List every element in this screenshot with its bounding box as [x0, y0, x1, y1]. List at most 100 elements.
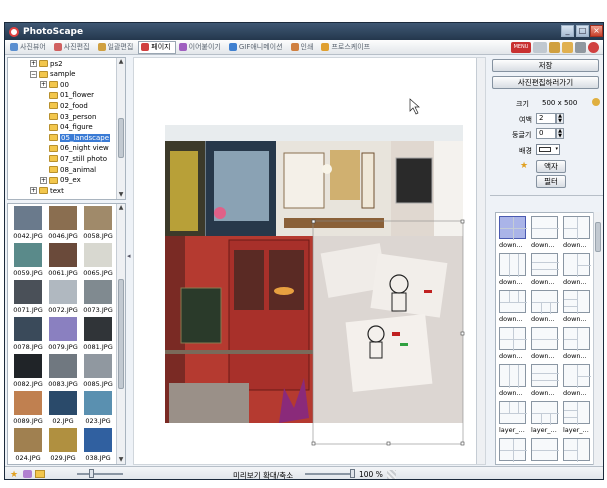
monitor-icon[interactable] [575, 42, 586, 53]
layout-template[interactable]: layer_... [563, 401, 592, 437]
folder-tree-scrollbar[interactable]: ▲ ▼ [116, 58, 125, 199]
layout-template[interactable]: down... [563, 327, 592, 363]
splitter-arrow-icon[interactable]: ◂ [127, 252, 132, 264]
minimize-button[interactable]: _ [561, 25, 574, 37]
canvas-scrollbar[interactable] [476, 58, 485, 464]
layout-template[interactable]: down... [531, 327, 560, 363]
folder-tree-item[interactable]: +06_night view [40, 144, 109, 153]
folder-icon[interactable] [549, 42, 560, 53]
tab-photo-viewer[interactable]: 사진뷰어 [7, 41, 51, 54]
menu-button[interactable]: MENU [511, 42, 531, 53]
layout-template[interactable]: down... [563, 364, 592, 400]
scroll-down-icon[interactable]: ▼ [117, 191, 125, 199]
tab-print[interactable]: 인쇄 [288, 41, 319, 54]
star-icon[interactable]: ★ [10, 470, 18, 479]
tab-batch-editor[interactable]: 일괄편집 [95, 41, 139, 54]
thumbnail-item[interactable]: 02.JPG [47, 391, 79, 427]
folder-tree-item[interactable]: +08_animal [40, 165, 96, 174]
layout-template[interactable]: down... [531, 290, 560, 326]
scroll-up-icon[interactable]: ▲ [117, 58, 125, 66]
tab-gif-animation[interactable]: GIF애니메이션 [226, 41, 288, 54]
thumbnail-item[interactable]: 029.JPG [47, 428, 79, 464]
tab-photo-editor[interactable]: 사진편집 [51, 41, 95, 54]
folder-tree-item[interactable]: +05_landscape [40, 133, 111, 142]
thumbnail-item[interactable]: 0065.JPG [82, 243, 114, 279]
go-to-editor-button[interactable]: 사진편집하러가기 [492, 76, 599, 89]
thumbnail-item[interactable]: 0061.JPG [47, 243, 79, 279]
background-color-picker[interactable]: ▾ [536, 144, 560, 155]
scrollbar-thumb[interactable] [118, 279, 124, 389]
expand-icon[interactable]: + [40, 81, 47, 89]
save-button[interactable]: 저장 [492, 59, 599, 72]
layout-template[interactable]: down... [499, 253, 528, 289]
thumbnail-item[interactable]: 0058.JPG [82, 206, 114, 242]
filter-button[interactable]: 필터 [536, 175, 566, 188]
layout-scrollbar[interactable] [593, 212, 602, 465]
maximize-button[interactable]: □ [576, 25, 589, 37]
roundness-input[interactable]: 0 [536, 128, 556, 139]
title-bar[interactable]: PhotoScape _ □ × [5, 23, 603, 40]
thumbnail-item[interactable]: 0083.JPG [47, 354, 79, 390]
thumbnail-item[interactable]: 0072.JPG [47, 280, 79, 316]
folder-icon[interactable] [35, 470, 45, 478]
expand-icon[interactable]: + [30, 60, 37, 67]
folder-tree-item[interactable]: + ps2 [30, 59, 63, 68]
folder-tree-item[interactable]: − sample [30, 70, 75, 79]
layout-template[interactable]: down... [531, 253, 560, 289]
layout-template[interactable] [563, 438, 592, 464]
thumbnail-scrollbar[interactable]: ▲ ▼ [116, 204, 125, 464]
expand-icon[interactable]: + [30, 187, 37, 195]
layout-template[interactable]: down... [563, 290, 592, 326]
settings-icon[interactable] [562, 42, 573, 53]
expand-icon[interactable]: + [40, 176, 47, 184]
thumbnail-item[interactable]: 0079.JPG [47, 317, 79, 353]
thumbnail-item[interactable]: 0059.JPG [12, 243, 44, 279]
layout-template[interactable]: layer_... [499, 401, 528, 437]
folder-tree-item[interactable]: + text [30, 186, 64, 195]
tab-page[interactable]: 페이지 [138, 40, 176, 54]
folder-tree-item[interactable]: +00 [40, 80, 69, 89]
star-icon[interactable]: ★ [520, 161, 528, 171]
thumbnail-item[interactable]: 0085.JPG [82, 354, 114, 390]
layout-template[interactable]: down... [499, 364, 528, 400]
thumbnail-size-handle[interactable] [89, 469, 94, 478]
thumbnail-item[interactable]: 0082.JPG [12, 354, 44, 390]
layout-template[interactable]: down... [563, 253, 592, 289]
thumbnail-item[interactable]: 0078.JPG [12, 317, 44, 353]
thumbnail-item[interactable]: 023.JPG [82, 391, 114, 427]
close-button[interactable]: × [590, 25, 603, 37]
layout-template[interactable]: down... [499, 327, 528, 363]
folder-tree-item[interactable]: +01_flower [40, 91, 94, 100]
scroll-down-icon[interactable]: ▼ [117, 456, 125, 464]
thumbnail-item[interactable]: 0073.JPG [82, 280, 114, 316]
scrollbar-thumb[interactable] [118, 118, 124, 158]
stop-icon[interactable] [588, 42, 599, 53]
scrollbar-thumb[interactable] [595, 222, 601, 252]
scroll-up-icon[interactable]: ▲ [117, 204, 125, 212]
thumbnail-item[interactable]: 0089.JPG [12, 391, 44, 427]
folder-tree-item[interactable]: +09_ex [40, 176, 81, 185]
thumbnail-item[interactable]: 038.JPG [82, 428, 114, 464]
page-canvas[interactable] [133, 57, 486, 465]
roundness-stepper[interactable]: ▲ ▼ [556, 128, 564, 139]
photo-red-door[interactable] [165, 236, 313, 423]
thumbnail-item[interactable]: 0042.JPG [12, 206, 44, 242]
margin-stepper[interactable]: ▲ ▼ [556, 113, 564, 124]
preview-zoom-slider[interactable] [305, 469, 355, 478]
thumbnail-item[interactable]: 0071.JPG [12, 280, 44, 316]
collapse-icon[interactable]: − [30, 70, 37, 78]
thumbnail-item[interactable]: 0081.JPG [82, 317, 114, 353]
thumbnail-size-slider[interactable] [77, 473, 123, 475]
layout-template[interactable]: down... [531, 216, 560, 252]
layout-template[interactable]: layer_... [531, 401, 560, 437]
thumbnail-item[interactable]: 0046.JPG [47, 206, 79, 242]
layout-template[interactable]: down... [563, 216, 592, 252]
margin-input[interactable]: 2 [536, 113, 556, 124]
lock-icon[interactable] [592, 98, 600, 106]
help-icon[interactable] [533, 42, 547, 53]
layout-template[interactable] [531, 438, 560, 464]
tab-combine[interactable]: 이어붙이기 [176, 41, 226, 54]
folder-tree-item[interactable]: +07_still photo [40, 154, 107, 163]
folder-tree-item[interactable]: +02_food [40, 101, 88, 110]
layout-template[interactable]: down... [499, 290, 528, 326]
